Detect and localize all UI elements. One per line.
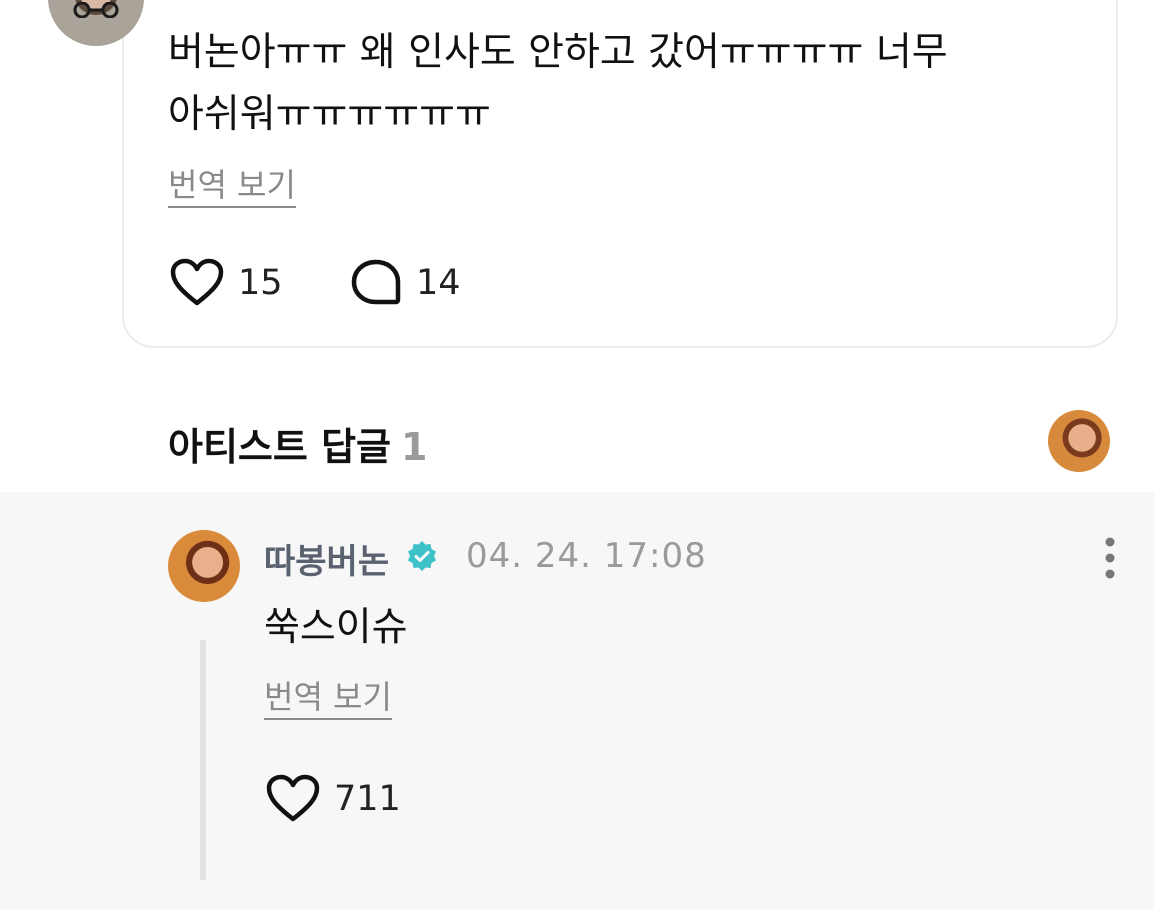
thread-line xyxy=(200,640,206,880)
comment-line-1: 버논아ㅠㅠ 왜 인사도 안하고 갔어ㅠㅠㅠㅠ 너무 xyxy=(168,30,948,75)
glasses-detail xyxy=(73,2,119,18)
comment-like-button[interactable]: 15 xyxy=(170,258,283,308)
artist-replies-title: 아티스트 답글 xyxy=(168,425,391,469)
artist-replies-heading: 아티스트 답글 1 xyxy=(168,416,427,471)
artist-reply-like-button[interactable]: 711 xyxy=(266,774,401,824)
comment-bubble-icon xyxy=(351,259,401,305)
verified-badge-icon xyxy=(408,541,436,571)
comment-reply-button[interactable]: 14 xyxy=(350,258,461,308)
community-post-page: 버논아ㅠㅠ 왜 인사도 안하고 갔어ㅠㅠㅠㅠ 너무 아쉬워ㅠㅠㅠㅠㅠㅠ 번역 보… xyxy=(0,0,1154,910)
artist-avatar[interactable] xyxy=(168,530,240,602)
artist-header-avatar[interactable] xyxy=(1048,410,1110,472)
artist-reply: 따봉버논 04. 24. 17:08 쑥스이슈 번역 보기 711 xyxy=(0,492,1154,910)
comment-reply-count: 14 xyxy=(416,263,461,303)
artist-reply-body: 쑥스이슈 xyxy=(264,605,408,650)
heart-icon xyxy=(266,774,320,822)
comment-body: 버논아ㅠㅠ 왜 인사도 안하고 갔어ㅠㅠㅠㅠ 너무 아쉬워ㅠㅠㅠㅠㅠㅠ xyxy=(168,22,1048,146)
artist-replies-count: 1 xyxy=(401,425,428,469)
artist-reply-like-count: 711 xyxy=(334,779,401,819)
comment-line-2: 아쉬워ㅠㅠㅠㅠㅠㅠ xyxy=(168,92,491,137)
artist-view-translation-link[interactable]: 번역 보기 xyxy=(264,672,392,718)
view-translation-link[interactable]: 번역 보기 xyxy=(168,160,296,206)
more-vertical-icon[interactable] xyxy=(1096,536,1124,580)
heart-icon xyxy=(170,258,224,306)
reply-timestamp: 04. 24. 17:08 xyxy=(466,536,707,576)
artist-name[interactable]: 따봉버논 xyxy=(264,534,389,583)
comment-like-count: 15 xyxy=(238,263,283,303)
